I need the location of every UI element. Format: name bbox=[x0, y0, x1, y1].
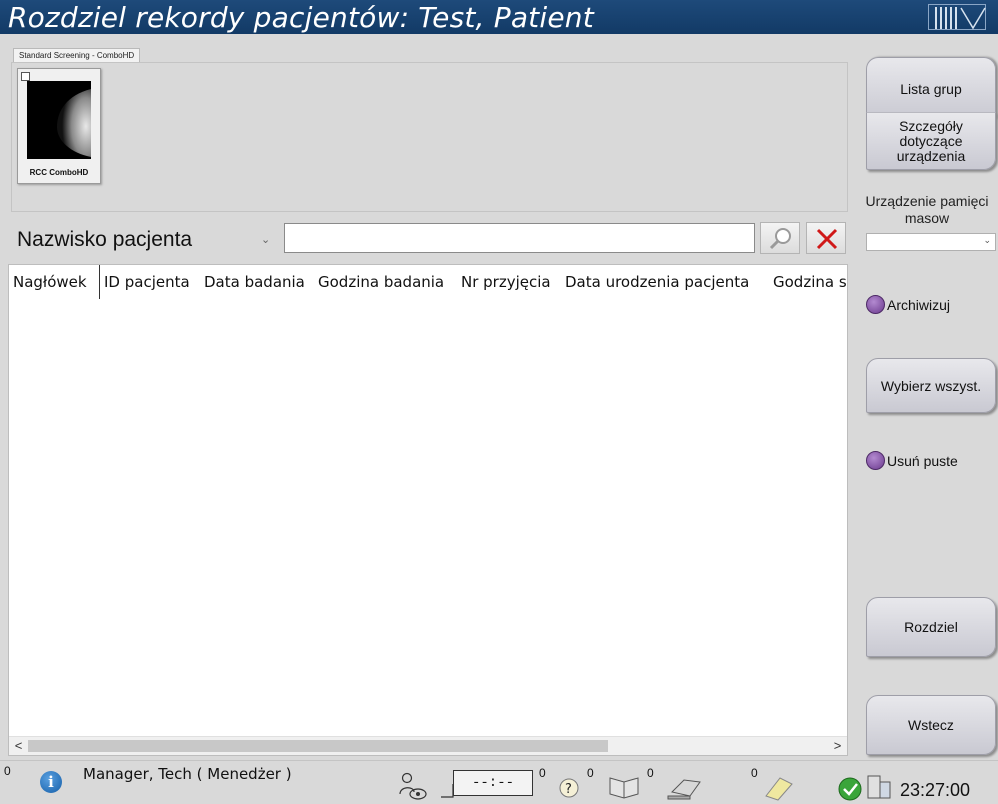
thumbnail-label: RCC ComboHD bbox=[29, 168, 89, 177]
printer-icon[interactable] bbox=[664, 772, 704, 800]
column-header[interactable]: Nr przyjęcia bbox=[457, 265, 551, 299]
archive-option[interactable]: Archiwizuj bbox=[866, 295, 950, 314]
radio-icon bbox=[866, 451, 885, 470]
column-header[interactable]: Data urodzenia pacjenta bbox=[561, 265, 749, 299]
system-icon[interactable] bbox=[864, 772, 894, 802]
column-header[interactable]: ID pacjenta bbox=[99, 265, 190, 299]
title-bar: Rozdziel rekordy pacjentów: Test, Patien… bbox=[0, 0, 998, 34]
scroll-right-icon[interactable]: > bbox=[828, 737, 847, 755]
help-count: 0 bbox=[587, 766, 594, 780]
split-button[interactable]: Rozdziel bbox=[866, 597, 996, 657]
search-input[interactable] bbox=[284, 223, 755, 253]
storage-device-select[interactable]: ⌄ bbox=[866, 233, 996, 251]
vendor-logo-icon bbox=[928, 4, 986, 30]
group-list-button[interactable]: Lista grup bbox=[866, 57, 996, 119]
radio-icon bbox=[866, 295, 885, 314]
delete-empty-label: Usuń puste bbox=[887, 452, 958, 469]
output-icon[interactable] bbox=[606, 774, 642, 800]
search-icon bbox=[769, 228, 791, 250]
select-all-button[interactable]: Wybierz wszyst. bbox=[866, 358, 996, 413]
device-details-button[interactable]: Szczegóły dotyczące urządzenia bbox=[866, 112, 996, 170]
clear-search-button[interactable] bbox=[806, 222, 846, 254]
procedure-tab[interactable]: Standard Screening - ComboHD bbox=[13, 48, 141, 63]
scrollbar-thumb[interactable] bbox=[28, 740, 608, 752]
timer-count: 0 bbox=[539, 766, 546, 780]
svg-text:?: ? bbox=[565, 782, 572, 797]
horizontal-scrollbar[interactable]: < > bbox=[9, 736, 847, 755]
chevron-down-icon: ⌄ bbox=[983, 235, 991, 245]
close-icon bbox=[816, 228, 838, 250]
column-header[interactable]: Godzina badania bbox=[314, 265, 444, 299]
output-count: 0 bbox=[647, 766, 654, 780]
thumbnail-area: RCC ComboHD bbox=[11, 62, 848, 212]
storage-device-label: Urządzenie pamięci masow bbox=[865, 193, 989, 226]
help-icon[interactable]: ? bbox=[556, 776, 582, 800]
column-header[interactable]: Data badania bbox=[200, 265, 305, 299]
column-header[interactable]: Godzina se bbox=[769, 265, 847, 299]
alert-count: 0 bbox=[4, 764, 11, 778]
current-user[interactable]: Manager, Tech ( Menedżer ) bbox=[83, 765, 292, 783]
delete-empty-option[interactable]: Usuń puste bbox=[866, 451, 958, 470]
thumbnail-checkbox[interactable] bbox=[21, 72, 30, 81]
back-button[interactable]: Wstecz bbox=[866, 695, 996, 755]
exposure-timer: --:-- bbox=[453, 770, 533, 796]
image-thumbnail[interactable]: RCC ComboHD bbox=[17, 68, 101, 184]
status-ok-icon[interactable] bbox=[836, 776, 864, 802]
clock: 23:27:00 bbox=[900, 780, 971, 800]
info-icon[interactable]: i bbox=[40, 771, 62, 793]
search-field-dropdown[interactable]: Nazwisko pacjenta ⌄ bbox=[11, 226, 278, 256]
column-header[interactable]: Nagłówek bbox=[9, 265, 87, 299]
search-field-value: Nazwisko pacjenta bbox=[17, 228, 193, 251]
user-view-icon[interactable] bbox=[398, 772, 432, 802]
archive-label: Archiwizuj bbox=[887, 296, 951, 313]
notes-icon[interactable] bbox=[762, 774, 796, 802]
mammogram-image bbox=[27, 81, 91, 159]
chevron-down-icon: ⌄ bbox=[261, 234, 271, 246]
timer-bracket-icon bbox=[441, 784, 454, 798]
table-header: Nagłówek ID pacjenta Data badania Godzin… bbox=[9, 265, 847, 301]
patient-records-table[interactable]: Nagłówek ID pacjenta Data badania Godzin… bbox=[8, 264, 848, 756]
print-count: 0 bbox=[751, 766, 758, 780]
window-title: Rozdziel rekordy pacjentów: Test, Patien… bbox=[8, 1, 594, 34]
scroll-left-icon[interactable]: < bbox=[9, 737, 28, 755]
search-button[interactable] bbox=[760, 222, 800, 254]
patient-split-window: Rozdziel rekordy pacjentów: Test, Patien… bbox=[0, 0, 998, 804]
